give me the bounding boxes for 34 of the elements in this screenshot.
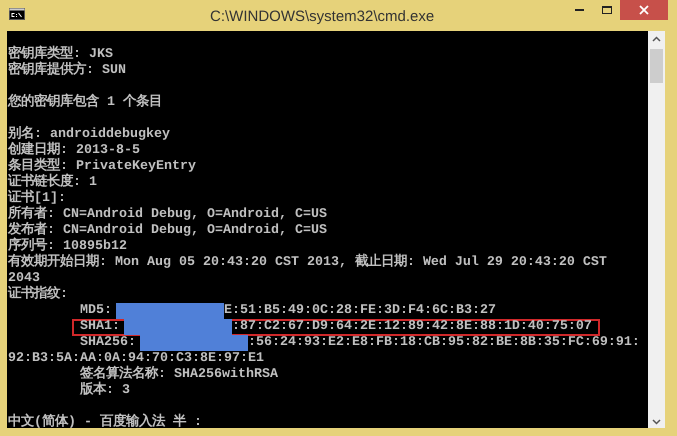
scroll-up-icon[interactable] — [652, 36, 661, 42]
console-text: 序列号: 10895b12 — [8, 239, 127, 254]
console-text: 发布者: CN=Android Debug, O=Android, C=US — [8, 223, 327, 238]
console-text: 证书链长度: 1 — [8, 175, 97, 190]
console-text: 所有者: CN=Android Debug, O=Android, C=US — [8, 207, 327, 222]
console-text: 版本: 3 — [80, 383, 130, 399]
window-title: C:\WINDOWS\system32\cmd.exe — [210, 7, 434, 27]
close-button[interactable] — [620, 0, 668, 20]
console-text: SHA256: — [80, 335, 136, 351]
console-text: 您的密钥库包含 1 个条目 — [8, 95, 162, 111]
console-text: :56:24:93:E2:E8:FB:18:CB:95:82:BE:8B:35:FC:69:91: — [248, 335, 640, 351]
close-icon — [639, 5, 649, 15]
console-text: 签名算法名称: SHA256withRSA — [80, 367, 278, 382]
console-text: 92:B3:5A:AA:0A:94:70:C3:8E:97:E1 — [8, 351, 264, 366]
console-text: 有效期开始日期: Mon Aug 05 20:43:20 CST 2013, 截止日期: Wed Jul 29 20:43:20 CST — [8, 255, 607, 271]
console-text: 2043 — [8, 271, 40, 286]
scrollbar[interactable] — [648, 31, 665, 428]
console-text: :87:C2:67:D9:64:2E:12:89:42:8E:88:1D:40:75:07 — [232, 319, 592, 335]
console-icon[interactable] — [9, 8, 25, 20]
console-text: 创建日期: 2013-8-5 — [8, 143, 140, 158]
minimize-icon — [575, 9, 584, 11]
console-text: MD5: — [80, 303, 112, 319]
console-text: 密钥库提供方: SUN — [8, 63, 126, 79]
maximize-icon — [602, 6, 612, 14]
console-text: 证书指纹: — [8, 287, 68, 303]
scroll-down-icon[interactable] — [652, 419, 661, 425]
console-text: SHA1: — [80, 319, 120, 335]
ime-status-text: 中文(简体) - 百度输入法 半 : — [8, 415, 202, 428]
console-text: 条目类型: PrivateKeyEntry — [8, 159, 196, 174]
console-text: 别名: androiddebugkey — [8, 127, 170, 142]
console-text: 证书[1]: — [8, 191, 66, 206]
console-text: 密钥库类型: JKS — [8, 47, 113, 62]
console-text: E:51:B5:49:0C:28:FE:3D:F4:6C:B3:27 — [224, 303, 496, 319]
scrollbar-thumb[interactable] — [650, 49, 663, 83]
